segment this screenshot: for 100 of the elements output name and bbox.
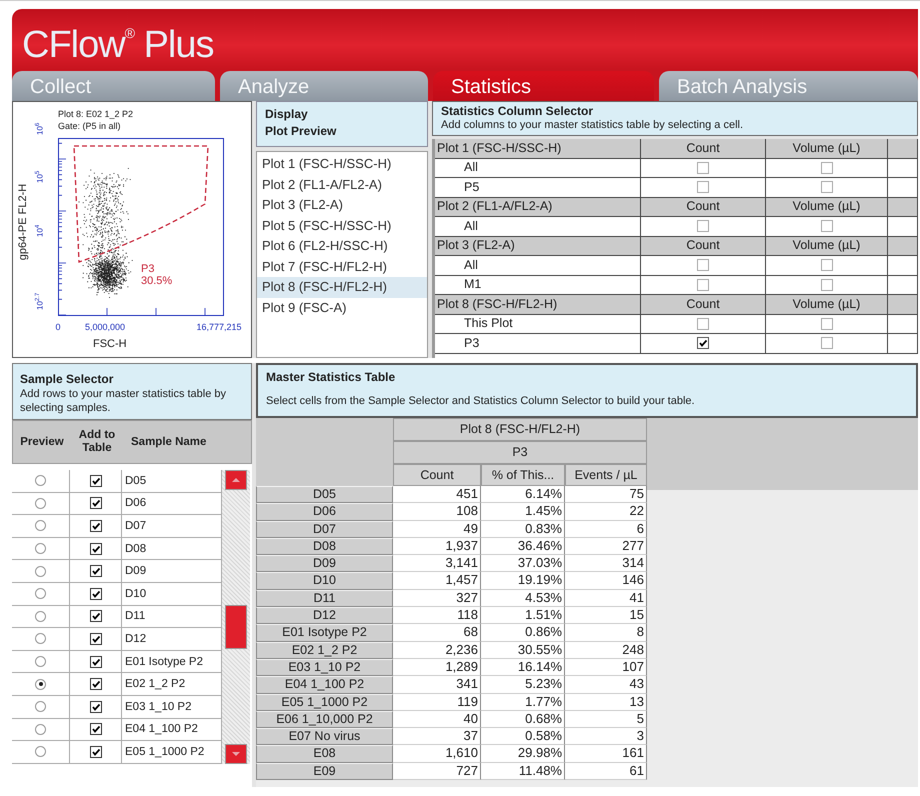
table-cell: 0.86% (481, 624, 565, 642)
plot-list-item[interactable]: Plot 8 (FSC-H/FL2-H) (257, 277, 427, 298)
table-cell: 68 (393, 624, 481, 642)
radio-button[interactable] (35, 566, 46, 577)
row-header[interactable]: D09 (256, 555, 393, 572)
table-cell: 3 (565, 728, 647, 746)
checkbox[interactable] (820, 318, 832, 330)
column-header: Count (641, 295, 766, 314)
row-header[interactable]: E03 1_10 P2 (256, 658, 393, 676)
checkbox[interactable] (90, 588, 102, 600)
radio-button[interactable] (35, 724, 46, 735)
panel-title: Display (265, 106, 309, 123)
table-cell: 146 (565, 572, 647, 590)
table-cell (888, 236, 918, 256)
scroll-thumb[interactable] (225, 605, 247, 649)
plot-list-item[interactable]: Plot 9 (FSC-A) (257, 298, 427, 318)
plot-list-item[interactable]: Plot 1 (FSC-H/SSC-H) (257, 154, 427, 174)
row-header[interactable]: E08 (256, 745, 393, 763)
group-header: Plot 3 (FL2-A) (435, 236, 641, 256)
row-header[interactable]: D12 (256, 607, 393, 624)
radio-button[interactable] (35, 520, 46, 532)
scroll-up-button[interactable] (225, 470, 247, 490)
checkbox[interactable] (697, 220, 709, 232)
checkbox[interactable] (90, 746, 102, 758)
row-header[interactable]: E09 (256, 762, 393, 780)
column-header: Volume (µL) (766, 198, 888, 217)
radio-button[interactable] (35, 633, 46, 644)
checkbox[interactable] (820, 337, 832, 350)
plot-list-item[interactable]: Plot 3 (FL2-A) (257, 195, 427, 216)
row-header[interactable]: E05 1_1000 P2 (256, 694, 393, 711)
tab[interactable]: Statistics (433, 71, 654, 101)
table-cell: 16.14% (481, 658, 565, 676)
checkbox[interactable] (90, 632, 102, 645)
tick-label: 5,000,000 (84, 322, 126, 332)
checkbox[interactable] (820, 162, 832, 174)
checkbox[interactable] (697, 162, 709, 174)
checkbox[interactable] (697, 337, 709, 350)
panel-hint: Select cells from the Sample Selector and Statistics Column Selector to build your table. (266, 395, 696, 407)
row-header[interactable]: D08 (256, 538, 393, 556)
checkbox[interactable] (90, 565, 102, 578)
table-cell: 119 (393, 694, 481, 711)
row-header[interactable]: E07 No virus (256, 728, 393, 746)
checkbox[interactable] (697, 318, 709, 330)
table-cell: 108 (393, 503, 481, 521)
radio-button[interactable] (35, 475, 46, 486)
checkbox[interactable] (90, 610, 102, 622)
checkbox[interactable] (820, 220, 832, 232)
table-cell: 314 (565, 555, 647, 572)
row-header[interactable]: D10 (256, 572, 393, 590)
plot-list-item[interactable]: Plot 5 (FSC-H/SSC-H) (257, 216, 427, 236)
scroll-down-button[interactable] (225, 744, 247, 764)
scrollbar[interactable] (222, 470, 250, 764)
checkbox[interactable] (90, 497, 102, 510)
gate-polygon[interactable] (73, 145, 209, 263)
row-header[interactable]: E01 Isotype P2 (256, 624, 393, 642)
row-header[interactable]: E06 1_10,000 P2 (256, 710, 393, 728)
row-header[interactable]: D06 (256, 503, 393, 521)
checkbox[interactable] (697, 181, 709, 194)
radio-button[interactable] (35, 701, 46, 712)
radio-button[interactable] (35, 498, 46, 509)
checkbox[interactable] (697, 278, 709, 291)
checkbox[interactable] (697, 259, 709, 272)
gate-name: P3 (435, 334, 641, 354)
table-cell (888, 198, 918, 217)
table-cell: 43 (565, 676, 647, 694)
column-header: Volume (µL) (766, 139, 888, 158)
radio-button[interactable] (35, 543, 46, 554)
table-cell: 8 (565, 624, 647, 642)
checkbox[interactable] (90, 656, 102, 668)
table-cell: 1,457 (393, 572, 481, 590)
column-header: Count (641, 198, 766, 217)
plot-list-item[interactable]: Plot 7 (FSC-H/FL2-H) (257, 256, 427, 277)
row-header[interactable]: D05 (256, 486, 393, 504)
checkbox[interactable] (90, 700, 102, 713)
table-cell: 1.45% (481, 503, 565, 521)
column-header: Sample Name (130, 436, 208, 448)
checkbox[interactable] (820, 181, 832, 194)
radio-button[interactable] (35, 656, 46, 668)
row-header[interactable]: E02 1_2 P2 (256, 642, 393, 659)
radio-button[interactable] (35, 610, 46, 622)
radio-button[interactable] (35, 678, 46, 690)
plot-list-item[interactable]: Plot 6 (FL2-H/SSC-H) (257, 236, 427, 256)
table-cell: 1.77% (481, 694, 565, 711)
row-header[interactable]: E04 1_100 P2 (256, 676, 393, 694)
radio-button[interactable] (35, 588, 46, 600)
row-header[interactable]: D07 (256, 520, 393, 538)
checkbox[interactable] (90, 723, 102, 736)
checkbox[interactable] (90, 542, 102, 555)
radio-button[interactable] (35, 746, 46, 758)
checkbox[interactable] (90, 474, 102, 487)
row-header[interactable]: D11 (256, 590, 393, 608)
checkbox[interactable] (820, 278, 832, 291)
column-group-header: P3 (393, 441, 647, 464)
plot-list-item[interactable]: Plot 2 (FL1-A/FL2-A) (257, 174, 427, 195)
checkbox[interactable] (90, 678, 102, 690)
checkbox[interactable] (820, 259, 832, 272)
table-cell: 107 (565, 658, 647, 676)
table-cell: 1,289 (393, 658, 481, 676)
column-header: Events / µL (565, 464, 647, 486)
checkbox[interactable] (90, 520, 102, 532)
